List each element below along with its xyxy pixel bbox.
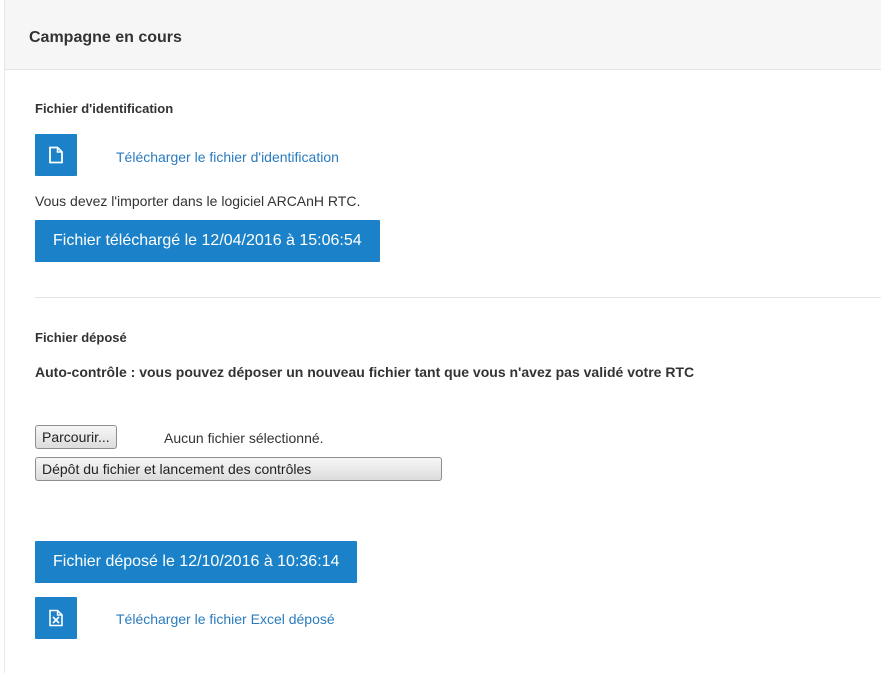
download-excel-icon-button[interactable] (35, 597, 77, 639)
excel-file-icon (49, 609, 63, 627)
download-identification-link[interactable]: Télécharger le fichier d'identification (116, 148, 339, 166)
file-icon (49, 146, 63, 164)
identification-downloaded-button[interactable]: Fichier téléchargé le 12/04/2016 à 15:06… (35, 220, 380, 262)
panel-header: Campagne en cours (5, 0, 881, 70)
file-status: Aucun fichier sélectionné. (164, 430, 324, 446)
deposit-section-title: Fichier déposé (35, 330, 127, 345)
identification-section-title: Fichier d'identification (35, 101, 174, 116)
section-divider (35, 297, 881, 298)
download-identification-icon-button[interactable] (35, 134, 77, 176)
panel-title: Campagne en cours (29, 29, 182, 46)
submit-deposit-button[interactable]: Dépôt du fichier et lancement des contrô… (35, 457, 442, 481)
deposited-file-button[interactable]: Fichier déposé le 12/10/2016 à 10:36:14 (35, 541, 358, 583)
deposit-notice: Auto-contrôle : vous pouvez déposer un n… (35, 364, 695, 380)
browse-button[interactable]: Parcourir... (35, 425, 117, 449)
identification-instruction: Vous devez l'importer dans le logiciel A… (35, 193, 361, 209)
campaign-panel: Campagne en cours Fichier d'identificati… (4, 0, 881, 673)
download-excel-link[interactable]: Télécharger le fichier Excel déposé (116, 610, 335, 628)
